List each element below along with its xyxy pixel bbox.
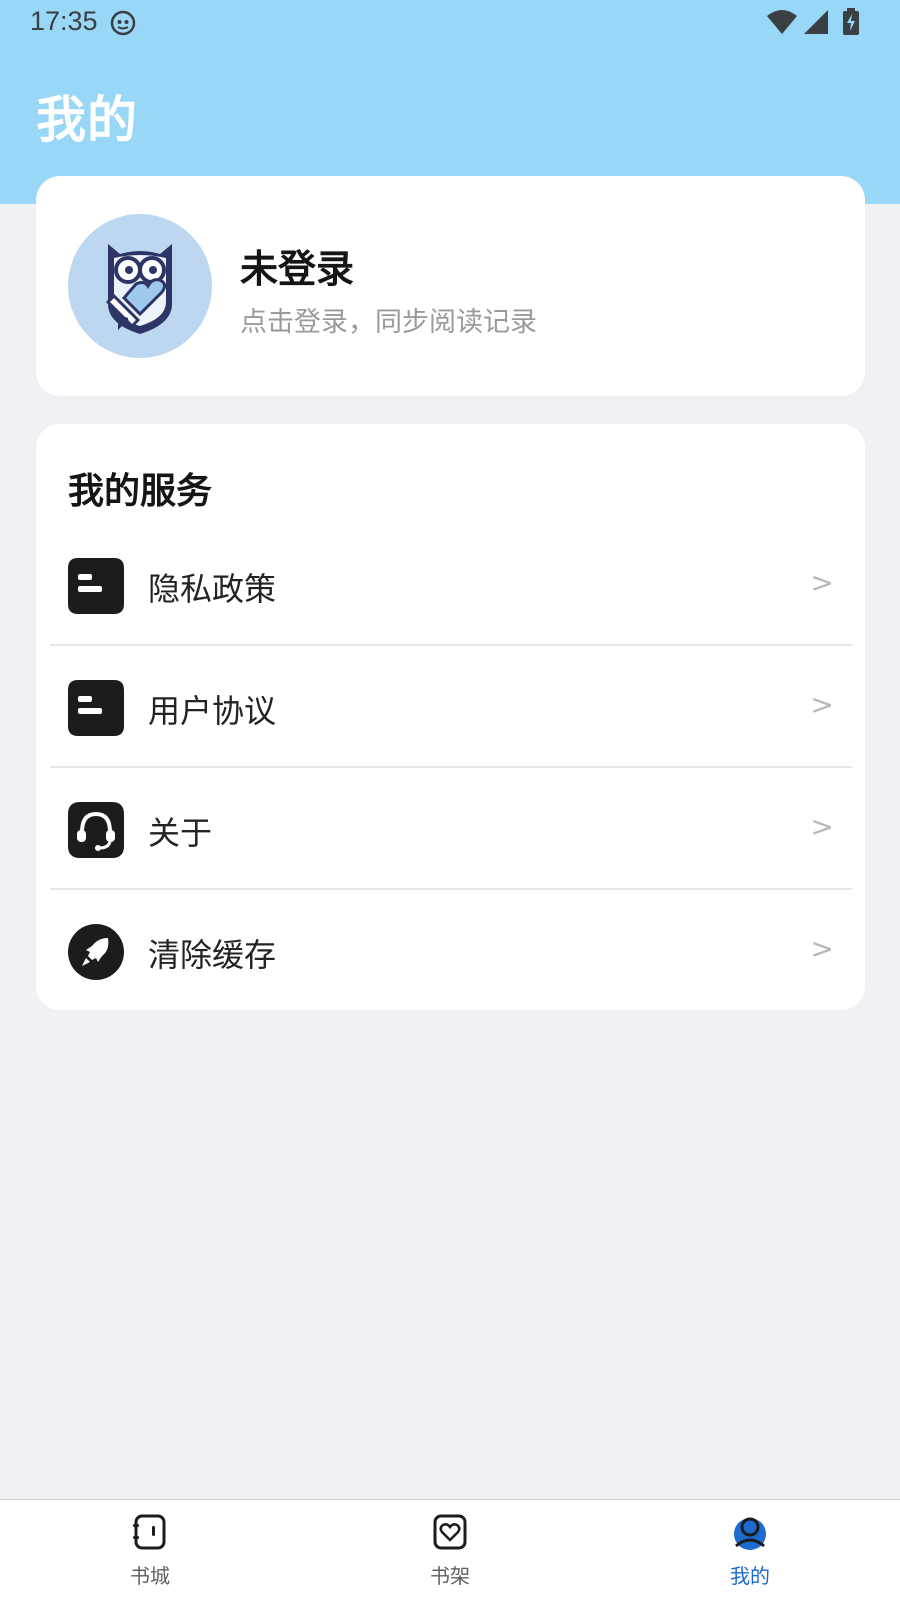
chevron-right-icon: >	[810, 566, 834, 599]
menu-item-user-agreement[interactable]: 用户协议 >	[50, 648, 852, 768]
menu-item-clear-cache[interactable]: 清除缓存 >	[50, 892, 852, 1012]
profile-card[interactable]: 未登录 点击登录，同步阅读记录	[36, 176, 865, 396]
chevron-right-icon: >	[810, 932, 834, 965]
rocket-icon	[68, 924, 124, 980]
nav-item-mine[interactable]: 我的	[690, 1500, 810, 1601]
bookshelf-heart-icon	[432, 1514, 468, 1550]
profile-name: 未登录	[240, 247, 355, 291]
divider	[50, 888, 852, 890]
menu-item-label: 隐私政策	[148, 570, 277, 608]
status-bar: 17:35	[0, 0, 900, 48]
chevron-right-icon: >	[810, 688, 834, 721]
menu-item-about[interactable]: 关于 >	[50, 770, 852, 890]
person-icon	[732, 1514, 768, 1550]
divider	[50, 644, 852, 646]
app-notification-icon	[110, 10, 136, 36]
battery-charging-icon	[842, 8, 860, 40]
cellular-signal-icon	[802, 8, 830, 40]
nav-item-bookshelf[interactable]: 书架	[390, 1500, 510, 1601]
menu-item-label: 关于	[148, 814, 213, 852]
menu-item-label: 清除缓存	[148, 936, 277, 974]
menu-item-privacy-policy[interactable]: 隐私政策 >	[50, 526, 852, 646]
bottom-nav: 书城 书架 我的	[0, 1499, 900, 1601]
document-icon	[68, 680, 124, 736]
status-time: 17:35	[30, 6, 98, 36]
services-card: 我的服务 隐私政策 > 用户协议 > 关于 > 清除缓存 >	[36, 424, 865, 1010]
headset-icon	[68, 802, 124, 858]
chevron-right-icon: >	[810, 810, 834, 843]
nav-label: 书城	[130, 1564, 170, 1588]
menu-item-label: 用户协议	[148, 692, 277, 730]
owl-book-icon	[105, 244, 172, 334]
book-store-icon	[132, 1514, 168, 1550]
page-title: 我的	[36, 91, 138, 149]
nav-item-bookstore[interactable]: 书城	[90, 1500, 210, 1601]
services-title: 我的服务	[68, 471, 213, 512]
nav-label: 书架	[430, 1564, 470, 1588]
nav-label: 我的	[730, 1564, 770, 1588]
profile-subtitle: 点击登录，同步阅读记录	[240, 307, 537, 338]
avatar[interactable]	[68, 214, 212, 358]
wifi-icon	[766, 8, 798, 40]
divider	[50, 766, 852, 768]
document-icon	[68, 558, 124, 614]
